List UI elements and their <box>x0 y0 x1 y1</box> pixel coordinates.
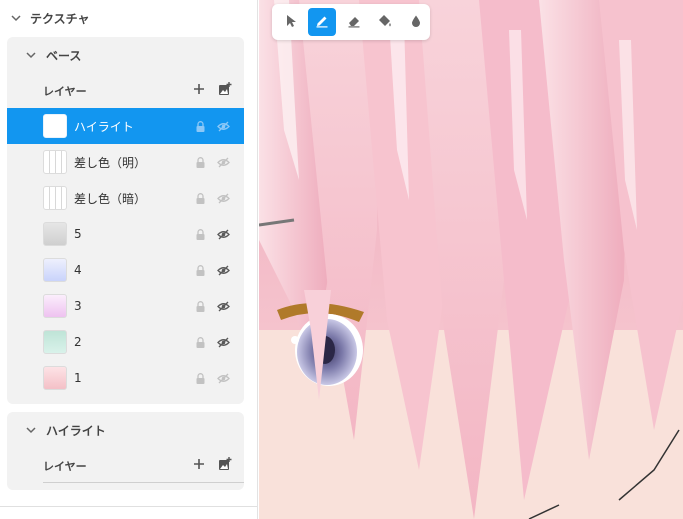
lock-icon[interactable] <box>194 336 207 349</box>
eraser-icon <box>347 14 361 31</box>
highlight-group-card: ハイライト レイヤー <box>7 412 244 490</box>
lock-icon[interactable] <box>194 192 207 205</box>
layer-name: 3 <box>74 299 82 313</box>
eye-off-icon[interactable] <box>217 336 230 349</box>
layer-thumbnail <box>43 258 67 282</box>
eye-off-icon[interactable] <box>217 156 230 169</box>
layer-row[interactable]: ハイライト <box>7 108 244 144</box>
layer-row[interactable]: 4 <box>7 252 244 288</box>
eye-off-icon[interactable] <box>217 264 230 277</box>
lock-icon[interactable] <box>194 264 207 277</box>
layer-thumbnail <box>43 222 67 246</box>
select-icon <box>284 14 298 31</box>
layer-row-icons <box>194 120 230 133</box>
drop-icon <box>409 14 423 31</box>
layer-name: 5 <box>74 227 82 241</box>
base-group-header[interactable]: ベース <box>25 45 81 65</box>
pen-icon <box>315 14 329 31</box>
layer-row[interactable]: 2 <box>7 324 244 360</box>
section-title: テクスチャ <box>30 11 90 26</box>
eraser-tool-button[interactable] <box>340 8 367 36</box>
layer-row-icons <box>194 228 230 241</box>
layer-thumbnail <box>43 294 67 318</box>
texture-canvas[interactable] <box>259 0 683 519</box>
divider <box>0 506 257 507</box>
chevron-down-icon <box>10 12 22 24</box>
layer-row-icons <box>194 156 230 169</box>
layer-row[interactable]: 3 <box>7 288 244 324</box>
lock-icon[interactable] <box>194 120 207 133</box>
chevron-down-icon <box>25 424 37 436</box>
layer-row-icons <box>194 192 230 205</box>
layer-row-icons <box>194 372 230 385</box>
layer-row[interactable]: 差し色（明） <box>7 144 244 180</box>
eye-off-icon[interactable] <box>217 228 230 241</box>
layer-thumbnail <box>43 330 67 354</box>
layers-label: レイヤー <box>43 460 87 473</box>
lock-icon[interactable] <box>194 156 207 169</box>
layer-row-icons <box>194 300 230 313</box>
lock-icon[interactable] <box>194 300 207 313</box>
layer-thumbnail <box>43 150 67 174</box>
eye-off-icon[interactable] <box>217 120 230 133</box>
layer-actions <box>192 457 232 471</box>
add-image-layer-icon[interactable] <box>218 82 232 96</box>
character-artwork <box>259 0 683 519</box>
layer-row[interactable]: 差し色（暗） <box>7 180 244 216</box>
chevron-down-icon <box>25 49 37 61</box>
drawing-toolbar <box>272 4 430 40</box>
group-title: ベース <box>46 48 82 63</box>
lock-icon[interactable] <box>194 372 207 385</box>
layer-actions <box>192 82 232 96</box>
group-title: ハイライト <box>46 423 106 438</box>
layer-row-icons <box>194 264 230 277</box>
lock-icon[interactable] <box>194 228 207 241</box>
texture-panel: テクスチャ ベース レイヤー ハイライト 差し色（明） 差し色（暗） 5 4 3… <box>0 0 258 519</box>
select-tool-button[interactable] <box>277 8 304 36</box>
pen-tool-button[interactable] <box>308 8 336 36</box>
highlight-group-header[interactable]: ハイライト <box>25 420 106 440</box>
layer-row-icons <box>194 336 230 349</box>
divider <box>43 482 244 483</box>
layer-row[interactable]: 1 <box>7 360 244 396</box>
layer-name: 2 <box>74 335 82 349</box>
add-image-layer-icon[interactable] <box>218 457 232 471</box>
layers-label: レイヤー <box>43 85 87 98</box>
layer-thumbnail <box>43 186 67 210</box>
layer-name: ハイライト <box>74 119 134 134</box>
base-group-card: ベース レイヤー ハイライト 差し色（明） 差し色（暗） 5 4 3 2 1 <box>7 37 244 404</box>
layer-thumbnail <box>43 114 67 138</box>
eye-off-icon[interactable] <box>217 372 230 385</box>
layer-name: 差し色（明） <box>74 155 147 170</box>
texture-section-header[interactable]: テクスチャ <box>10 8 90 28</box>
layer-thumbnail <box>43 366 67 390</box>
layer-name: 1 <box>74 371 82 385</box>
layer-name: 差し色（暗） <box>74 191 147 206</box>
eye-off-icon[interactable] <box>217 300 230 313</box>
add-layer-icon[interactable] <box>192 457 206 471</box>
layer-row[interactable]: 5 <box>7 216 244 252</box>
blur-tool-button[interactable] <box>403 8 430 36</box>
eye-off-icon[interactable] <box>217 192 230 205</box>
fill-tool-button[interactable] <box>371 8 398 36</box>
layer-name: 4 <box>74 263 82 277</box>
fill-icon <box>378 14 392 31</box>
add-layer-icon[interactable] <box>192 82 206 96</box>
